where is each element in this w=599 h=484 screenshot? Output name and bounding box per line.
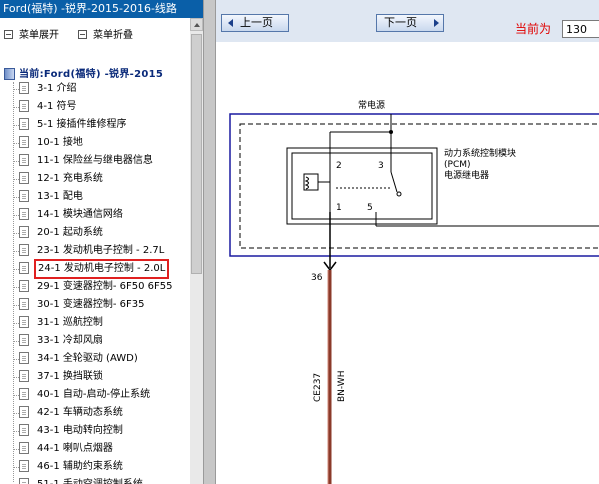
pane-splitter[interactable] [203, 0, 216, 484]
tree-root[interactable]: 当前:Ford(福特) -锐界-2015 [4, 65, 164, 80]
tree-guide-line [13, 82, 14, 482]
document-icon [19, 280, 29, 292]
document-icon [19, 298, 29, 310]
book-icon [4, 68, 15, 80]
collapse-menu-label: 菜单折叠 [93, 30, 133, 41]
tree-item-label: 40-1 自动-启动-停止系统 [37, 389, 151, 400]
document-icon [19, 478, 29, 484]
tree-item-label: 3-1 介绍 [37, 83, 77, 94]
power-source-label: 常电源 [358, 99, 385, 111]
wire-color-label: BN-WH [337, 371, 347, 402]
tree-item-label: 33-1 冷却风扇 [37, 335, 103, 346]
document-icon [19, 442, 29, 454]
page-toolbar: 上一页 下一页 当前为 [216, 0, 599, 42]
document-icon [19, 244, 29, 256]
collapse-icon [78, 29, 87, 39]
tree-item-label: 46-1 辅助约束系统 [37, 461, 123, 472]
document-icon [19, 424, 29, 436]
document-icon [19, 226, 29, 238]
document-icon [19, 190, 29, 202]
module-name-label: 动力系统控制模块 [444, 147, 516, 159]
document-icon [19, 118, 29, 130]
tree-item-label: 37-1 换挡联锁 [37, 371, 103, 382]
document-icon [19, 208, 29, 220]
document-icon [19, 406, 29, 418]
prev-page-label: 上一页 [240, 16, 273, 29]
tree-item-label: 5-1 接插件维修程序 [37, 119, 127, 130]
pin-3-label: 3 [378, 161, 384, 171]
scroll-up-icon[interactable] [190, 18, 203, 31]
tree-item-label: 10-1 接地 [37, 137, 83, 148]
tree-item-label: 30-1 变速器控制- 6F35 [37, 299, 145, 310]
tree-root-label: 当前:Ford(福特) -锐界-2015 [19, 69, 164, 80]
document-icon [19, 370, 29, 382]
navigation-pane: Ford(福特) -锐界-2015-2016-线路 菜单展开 菜单折叠 当前:F… [0, 0, 203, 484]
tree-item-label: 23-1 发动机电子控制 - 2.7L [37, 245, 165, 256]
module-abbr-label: (PCM) [444, 160, 471, 170]
tree-item-label: 12-1 充电系统 [37, 173, 103, 184]
connector-pin-label: 36 [311, 273, 323, 283]
switch-contact [396, 191, 402, 197]
document-icon [19, 82, 29, 94]
relay-box-outer [286, 147, 438, 225]
current-page-label: 当前为 [515, 22, 552, 36]
next-page-label: 下一页 [384, 16, 417, 29]
module-box [229, 113, 599, 257]
document-icon [19, 388, 29, 400]
chapter-tree: 当前:Ford(福特) -锐界-2015 3-1 介绍 4-1 符号 5-1 接插件… [0, 60, 190, 484]
pin-5-label: 5 [367, 203, 373, 213]
arrow-right-icon [434, 19, 439, 27]
expand-icon [4, 29, 13, 39]
document-icon [19, 262, 29, 274]
relay-switch-blade [390, 171, 398, 193]
document-icon [19, 316, 29, 328]
tree-item-label: 44-1 喇叭点烟器 [37, 443, 113, 454]
pane-title: Ford(福特) -锐界-2015-2016-线路 [0, 0, 203, 18]
relay-name-label: 电源继电器 [444, 169, 489, 181]
relay-box-inner [291, 152, 433, 220]
collapse-menu-button[interactable]: 菜单折叠 [78, 28, 133, 44]
next-page-button[interactable]: 下一页 [376, 14, 444, 32]
document-icon [19, 136, 29, 148]
expand-menu-button[interactable]: 菜单展开 [4, 28, 59, 44]
pin-1-label: 1 [336, 203, 342, 213]
document-icon [19, 352, 29, 364]
tree-item-label: 4-1 符号 [37, 101, 77, 112]
relay-coil-icon [303, 173, 319, 191]
coil-winding [304, 176, 309, 190]
tree-item-label: 14-1 模块通信网络 [37, 209, 123, 220]
arrow-left-icon [228, 19, 233, 27]
tree-item-label: 29-1 变速器控制- 6F50 6F55 [37, 281, 173, 292]
tree-item-label: 51-1 手动空调控制系统 [37, 478, 143, 484]
module-dashed-boundary [239, 123, 599, 249]
wiring-diagram: 常电源 动力系统控制模块 (PCM) 电源继电器 2 3 1 5 36 CE23… [229, 99, 599, 484]
pin-2-label: 2 [336, 161, 342, 171]
scroll-thumb[interactable] [191, 34, 202, 274]
wire-code-label: CE237 [313, 373, 323, 402]
tree-item-label: 13-1 配电 [37, 191, 83, 202]
document-icon [19, 460, 29, 472]
tree-item-label: 20-1 起动系统 [37, 227, 103, 238]
tree-item-label: 11-1 保险丝与继电器信息 [37, 155, 153, 166]
tree-item-label: 24-1 发动机电子控制 - 2.0L [34, 259, 170, 279]
tree-item-label: 43-1 电动转向控制 [37, 425, 123, 436]
tree-scrollbar[interactable] [190, 18, 203, 484]
expand-menu-label: 菜单展开 [19, 30, 59, 41]
prev-page-button[interactable]: 上一页 [221, 14, 289, 32]
document-icon [19, 334, 29, 346]
document-icon [19, 154, 29, 166]
page-number-input[interactable] [562, 20, 599, 38]
content-pane: 上一页 下一页 当前为 130 常电源 动力系统控制模块 (PCM) 电源继电器… [216, 0, 599, 484]
menu-bar: 菜单展开 菜单折叠 [0, 28, 190, 44]
document-icon [19, 100, 29, 112]
tree-item-label: 42-1 车辆动态系统 [37, 407, 123, 418]
tree-item-label: 34-1 全轮驱动 (AWD) [37, 353, 138, 364]
document-icon [19, 172, 29, 184]
tree-item-label: 31-1 巡航控制 [37, 317, 103, 328]
